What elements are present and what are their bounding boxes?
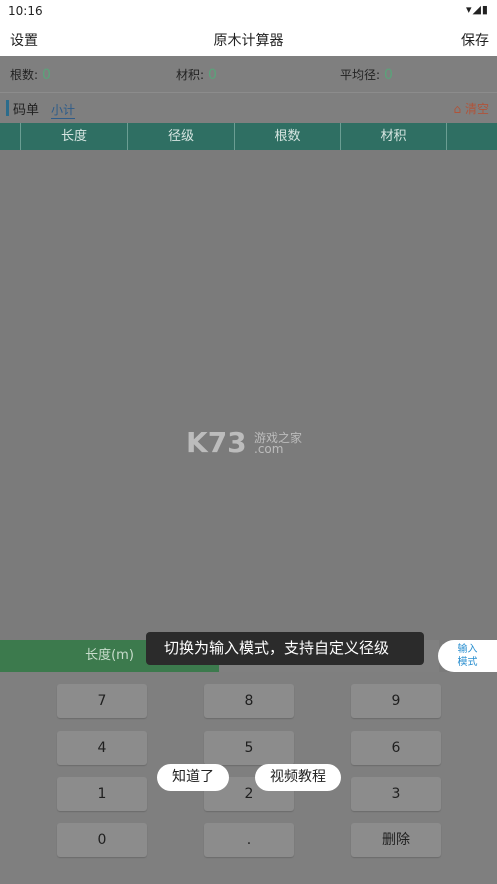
status-bar: 10:16 ▾◢▮	[0, 0, 497, 22]
key-9[interactable]: 9	[351, 684, 441, 718]
key-4[interactable]: 4	[57, 731, 147, 765]
watermark-line2: .com	[254, 442, 284, 456]
summary-bar: 根数: 0 材积: 0 平均径: 0	[0, 56, 497, 92]
watermark-logo: K73 游戏之家 .com	[186, 426, 316, 460]
volume-stat: 材积: 0	[176, 66, 217, 83]
volume-value: 0	[208, 67, 217, 83]
status-time: 10:16	[8, 4, 43, 18]
got-it-button[interactable]: 知道了	[157, 764, 229, 791]
clear-button[interactable]: ⌂ 清空	[454, 100, 489, 117]
system-icons: ▾◢▮	[465, 3, 489, 16]
header-cell-count: 根数	[234, 123, 340, 150]
header-cell-length: 长度	[20, 123, 127, 150]
save-button[interactable]: 保存	[461, 30, 489, 50]
key-8[interactable]: 8	[204, 684, 294, 718]
tab-tally[interactable]: 码单	[13, 99, 39, 118]
mode-label-line2: 模式	[457, 657, 478, 668]
tab-indicator	[6, 100, 9, 116]
key-1[interactable]: 1	[57, 777, 147, 811]
broom-icon: ⌂	[453, 102, 462, 116]
header-cell-diameter: 径级	[127, 123, 234, 150]
key-3[interactable]: 3	[351, 777, 441, 811]
key-0[interactable]: 0	[57, 823, 147, 857]
clear-label: 清空	[464, 102, 489, 116]
count-label: 根数:	[10, 68, 39, 82]
header-cell-index	[0, 123, 20, 150]
input-mode-button[interactable]: 输入 模式	[438, 640, 497, 672]
avg-diameter-value: 0	[384, 67, 393, 83]
mode-label-line1: 输入	[457, 644, 478, 655]
avg-diameter-stat: 平均径: 0	[340, 66, 393, 83]
count-value: 0	[42, 67, 51, 83]
key-5[interactable]: 5	[204, 731, 294, 765]
app-bar: 设置 原木计算器 保存	[0, 22, 497, 56]
page-title: 原木计算器	[213, 33, 284, 49]
count-stat: 根数: 0	[10, 66, 51, 83]
key-dot[interactable]: .	[204, 823, 294, 857]
video-tutorial-button[interactable]: 视频教程	[255, 764, 341, 791]
guide-tooltip: 切换为输入模式，支持自定义径级	[146, 632, 424, 665]
keypad: 7 8 9 4 5 6 1 2 3 0 . 删除	[0, 672, 497, 884]
volume-label: 材积:	[176, 68, 205, 82]
watermark-k73: K73	[186, 426, 247, 459]
table-header: 长度 径级 根数 材积	[0, 123, 497, 150]
delete-button[interactable]: 删除	[351, 823, 441, 857]
tab-bar: 码单 小计 ⌂ 清空	[0, 92, 497, 123]
key-7[interactable]: 7	[57, 684, 147, 718]
tab-subtotal[interactable]: 小计	[51, 101, 76, 119]
key-6[interactable]: 6	[351, 731, 441, 765]
avg-diameter-label: 平均径:	[340, 68, 381, 82]
header-cell-extra	[446, 123, 497, 150]
header-cell-volume: 材积	[340, 123, 446, 150]
